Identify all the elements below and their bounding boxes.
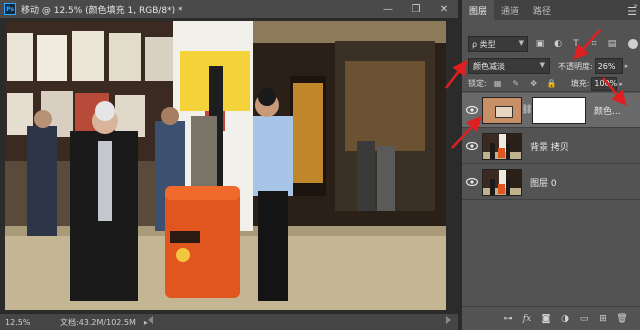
- lock-pixels-icon[interactable]: ✎: [509, 78, 523, 90]
- filter-type-select[interactable]: ρ 类型 ▼: [468, 36, 528, 52]
- lock-label: 锁定:: [468, 79, 487, 88]
- scroll-right-icon[interactable]: [446, 316, 451, 324]
- layers-panel: 图层 通道 路径 » ☰ ρ 类型 ▼ ▣ ◐ T ⌗ ▤ 颜色减淡 ▼ 不透明…: [462, 0, 640, 330]
- layer-mask-thumbnail[interactable]: [532, 96, 586, 124]
- layer-row[interactable]: 背景 拷贝: [462, 129, 640, 164]
- visibility-eye-icon[interactable]: [462, 106, 482, 114]
- fx-icon[interactable]: fx: [519, 312, 535, 326]
- adjustment-layer-icon[interactable]: ◑: [557, 312, 573, 326]
- document-title: 移动 @ 12.5% (颜色填充 1, RGB/8*) *: [21, 5, 183, 16]
- fill-input[interactable]: 100%: [591, 76, 618, 91]
- panel-tabs: 图层 通道 路径 » ☰: [462, 0, 640, 20]
- new-group-icon[interactable]: ▭: [576, 312, 592, 326]
- canvas-photo[interactable]: [5, 21, 446, 310]
- document-window: Ps 移动 @ 12.5% (颜色填充 1, RGB/8*) * — ❐ ✕ 1…: [0, 0, 458, 330]
- layer-name[interactable]: 背景 拷贝: [530, 140, 569, 153]
- visibility-eye-icon[interactable]: [462, 178, 482, 186]
- close-icon[interactable]: ✕: [430, 0, 458, 18]
- adjustment-filter-icon[interactable]: ◐: [552, 38, 564, 50]
- scroll-left-icon[interactable]: [148, 316, 153, 324]
- document-size-info: 文档:43.2M/102.5M: [60, 317, 136, 327]
- opacity-input[interactable]: 26%: [594, 58, 623, 74]
- lock-row: 锁定: ▦ ✎ ✥ 🔒 填充: 100% ▸: [462, 76, 640, 92]
- minimize-icon[interactable]: —: [374, 0, 402, 18]
- smart-object-filter-icon[interactable]: ▤: [606, 38, 618, 50]
- chevron-down-icon: ▼: [518, 39, 524, 47]
- chevron-down-icon: ▼: [539, 61, 545, 69]
- restore-icon[interactable]: ❐: [402, 0, 430, 18]
- zoom-field[interactable]: 12.5%: [0, 318, 46, 327]
- filter-toggle[interactable]: [628, 39, 638, 49]
- shape-filter-icon[interactable]: ⌗: [588, 38, 600, 50]
- layer-thumbnail[interactable]: [482, 132, 522, 160]
- layer-row[interactable]: 图层 0: [462, 165, 640, 200]
- layer-filter-row: ρ 类型 ▼ ▣ ◐ T ⌗ ▤: [462, 34, 640, 54]
- fill-slider-icon[interactable]: ▸: [619, 80, 623, 88]
- blend-row: 颜色减淡 ▼ 不透明度: 26% ▸: [462, 56, 640, 76]
- lock-all-icon[interactable]: 🔒: [545, 78, 559, 90]
- layers-bottom-bar: ⊶ fx ◙ ◑ ▭ ⊞ 🗑: [462, 306, 640, 330]
- blend-mode-value: 颜色减淡: [473, 61, 505, 71]
- tab-channels[interactable]: 通道: [494, 0, 526, 20]
- tab-paths[interactable]: 路径: [526, 0, 558, 20]
- image-filter-icon[interactable]: ▣: [534, 38, 546, 50]
- status-bar: 12.5% 文档:43.2M/102.5M ▸: [0, 314, 458, 330]
- opacity-label: 不透明度:: [558, 61, 593, 71]
- layer-thumbnail[interactable]: [482, 168, 522, 196]
- panel-menu-icon[interactable]: ☰: [627, 6, 637, 17]
- type-filter-icon[interactable]: T: [570, 38, 582, 50]
- trash-icon[interactable]: 🗑: [614, 312, 630, 326]
- layer-name[interactable]: 颜色...: [594, 104, 621, 117]
- link-icon[interactable]: ⊶: [500, 312, 516, 326]
- lock-transparency-icon[interactable]: ▦: [491, 78, 505, 90]
- photoshop-logo-icon: Ps: [4, 3, 16, 15]
- blend-mode-select[interactable]: 颜色减淡 ▼: [468, 58, 550, 74]
- tab-layers[interactable]: 图层: [462, 0, 495, 20]
- visibility-eye-icon[interactable]: [462, 142, 482, 150]
- window-controls: — ❐ ✕: [374, 0, 458, 18]
- opacity-slider-icon[interactable]: ▸: [625, 62, 629, 70]
- fill-label: 填充:: [570, 79, 590, 88]
- new-layer-icon[interactable]: ⊞: [595, 312, 611, 326]
- add-mask-icon[interactable]: ◙: [538, 312, 554, 326]
- street-scene-image: [5, 21, 446, 310]
- filter-type-label: ρ 类型: [472, 39, 496, 49]
- lock-position-icon[interactable]: ✥: [527, 78, 541, 90]
- layer-row[interactable]: ⛓ 颜色...: [462, 93, 640, 128]
- fill-color-thumbnail[interactable]: [482, 96, 522, 124]
- canvas-area[interactable]: [0, 18, 458, 314]
- chain-link-icon[interactable]: ⛓: [521, 105, 532, 115]
- layer-name[interactable]: 图层 0: [530, 176, 557, 189]
- document-tab[interactable]: Ps 移动 @ 12.5% (颜色填充 1, RGB/8*) * — ❐ ✕: [0, 0, 458, 18]
